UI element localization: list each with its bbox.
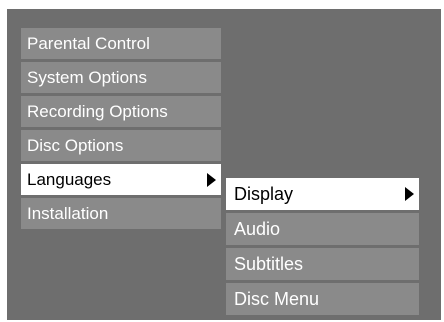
submenu-item-label: Subtitles (234, 254, 304, 274)
submenu-item-disc-menu[interactable]: Disc Menu (226, 283, 419, 315)
menu-item-parental-control[interactable]: Parental Control (21, 28, 221, 59)
menu-item-label: Parental Control (27, 34, 150, 53)
menu-item-system-options[interactable]: System Options (21, 62, 221, 93)
menu-item-label: Recording Options (27, 102, 168, 121)
triangle-right-icon (405, 187, 414, 201)
menu-item-recording-options[interactable]: Recording Options (21, 96, 221, 127)
main-menu: Parental Control System Options Recordin… (21, 28, 221, 232)
submenu-item-subtitles[interactable]: Subtitles (226, 248, 419, 280)
menu-item-disc-options[interactable]: Disc Options (21, 130, 221, 161)
submenu-item-label: Display (234, 184, 294, 204)
triangle-right-icon (207, 172, 216, 187)
menu-item-label: Installation (27, 204, 109, 223)
submenu-item-audio[interactable]: Audio (226, 213, 419, 245)
menu-item-label: System Options (27, 68, 147, 87)
menu-item-label: Languages (27, 170, 112, 189)
submenu-item-display[interactable]: Display (226, 178, 419, 210)
menu-item-languages[interactable]: Languages (21, 164, 221, 195)
menu-item-label: Disc Options (27, 136, 124, 155)
submenu-item-label: Disc Menu (234, 289, 320, 309)
settings-screen: Parental Control System Options Recordin… (7, 9, 441, 320)
languages-submenu: Display Audio Subtitles Disc Menu (226, 178, 419, 318)
menu-item-installation[interactable]: Installation (21, 198, 221, 229)
submenu-item-label: Audio (234, 219, 281, 239)
